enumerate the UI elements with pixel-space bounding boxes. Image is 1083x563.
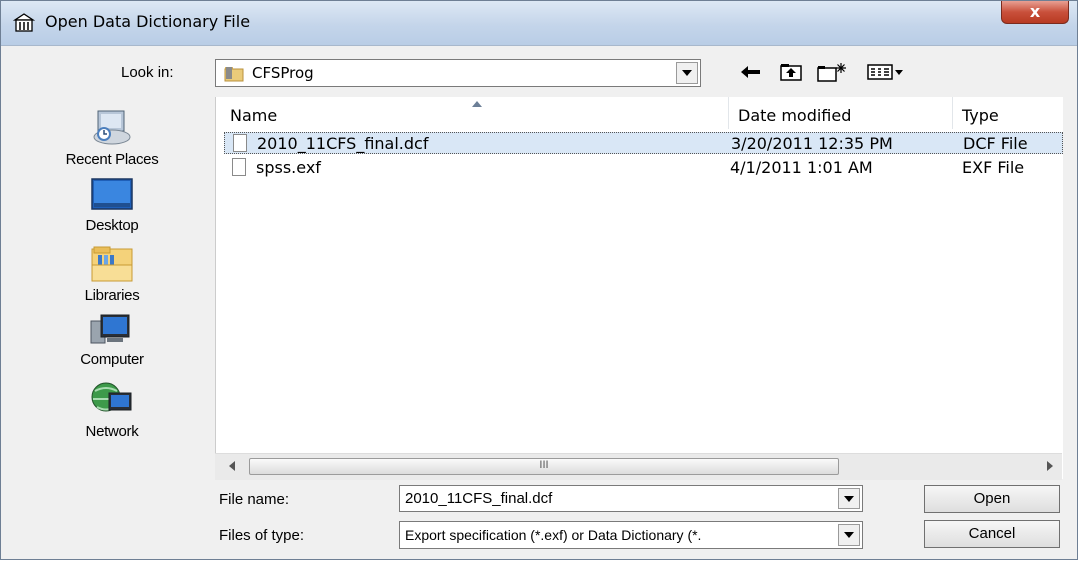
scroll-left-icon[interactable]: [229, 461, 235, 471]
cancel-button[interactable]: Cancel: [924, 520, 1060, 548]
column-divider[interactable]: [952, 97, 953, 129]
file-name-input[interactable]: 2010_11CFS_final.dcf: [399, 485, 863, 512]
open-button[interactable]: Open: [924, 485, 1060, 513]
file-date: 3/20/2011 12:35 PM: [731, 134, 893, 153]
chevron-down-icon[interactable]: [838, 524, 860, 546]
place-label: Computer: [80, 351, 144, 368]
place-computer[interactable]: Computer: [14, 311, 210, 368]
place-label: Recent Places: [65, 151, 159, 168]
view-menu-icon[interactable]: [866, 59, 908, 85]
column-header-date-modified[interactable]: Date modified: [738, 97, 851, 129]
place-label: Libraries: [84, 287, 140, 304]
look-in-dropdown[interactable]: CFSProg: [215, 59, 701, 87]
file-list[interactable]: Name Date modified Type 2010_11CFS_final…: [215, 97, 1063, 479]
file-name: 2010_11CFS_final.dcf: [257, 134, 429, 153]
computer-icon: [90, 314, 130, 344]
desktop-icon: [91, 178, 133, 210]
column-header-type[interactable]: Type: [962, 97, 999, 129]
file-icon: [232, 158, 246, 176]
open-file-dialog: Open Data Dictionary File x Look in: CFS…: [0, 0, 1078, 560]
network-icon: [91, 382, 132, 412]
place-libraries[interactable]: Libraries: [14, 245, 210, 304]
column-header-name[interactable]: Name: [230, 97, 277, 129]
scrollbar-thumb[interactable]: III: [249, 458, 839, 475]
file-date: 4/1/2011 1:01 AM: [730, 158, 873, 177]
file-icon: [233, 134, 247, 152]
horizontal-scrollbar[interactable]: III: [215, 453, 1062, 480]
recent-places-icon: [93, 110, 131, 145]
file-type: DCF File: [963, 134, 1028, 153]
file-type-label: Files of type:: [219, 527, 305, 544]
file-row[interactable]: spss.exf 4/1/2011 1:01 AM EXF File: [224, 157, 1063, 179]
file-type-value: Export specification (*.exf) or Data Dic…: [405, 527, 702, 543]
close-button[interactable]: x: [1001, 1, 1069, 24]
column-divider[interactable]: [728, 97, 729, 129]
title-bar[interactable]: Open Data Dictionary File x: [1, 1, 1077, 46]
place-network[interactable]: Network: [14, 379, 210, 440]
file-name: spss.exf: [256, 158, 321, 177]
look-in-label: Look in:: [121, 64, 174, 81]
place-label: Desktop: [85, 217, 139, 234]
file-row[interactable]: 2010_11CFS_final.dcf 3/20/2011 12:35 PM …: [224, 132, 1063, 154]
file-name-label: File name:: [219, 491, 290, 508]
sort-ascending-icon: [472, 101, 482, 107]
chevron-down-icon[interactable]: [676, 62, 698, 84]
place-desktop[interactable]: Desktop: [14, 177, 210, 234]
new-folder-icon[interactable]: [816, 59, 850, 85]
look-in-value: CFSProg: [252, 64, 314, 82]
file-name-value: 2010_11CFS_final.dcf: [405, 490, 553, 507]
file-type: EXF File: [962, 158, 1025, 177]
place-label: Network: [85, 423, 139, 440]
folder-icon: [224, 67, 244, 82]
scrollbar-grip: III: [539, 459, 549, 471]
file-type-dropdown[interactable]: Export specification (*.exf) or Data Dic…: [399, 521, 863, 549]
places-bar: Recent Places Desktop Libraries Computer…: [14, 97, 210, 479]
window-title: Open Data Dictionary File: [45, 12, 251, 31]
app-building-icon: [13, 13, 35, 32]
chevron-down-icon[interactable]: [838, 488, 860, 509]
back-arrow-icon[interactable]: [738, 59, 764, 85]
place-recent-places[interactable]: Recent Places: [14, 107, 210, 168]
up-folder-icon[interactable]: [778, 59, 804, 85]
libraries-icon: [91, 246, 133, 282]
scroll-right-icon[interactable]: [1047, 461, 1053, 471]
